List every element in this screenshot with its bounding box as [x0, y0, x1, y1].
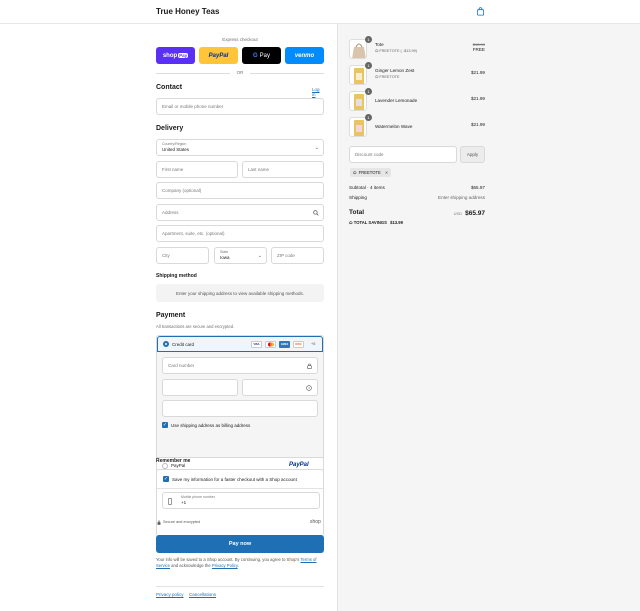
item-price: $21.99	[470, 122, 485, 127]
footer-privacy-policy-link[interactable]: Privacy policy	[156, 592, 184, 597]
secure-text: Secure and encrypted	[163, 520, 201, 524]
paypal-logo: PayPal	[289, 462, 309, 468]
login-link[interactable]: Log in	[312, 87, 324, 97]
expiration-field[interactable]	[162, 379, 238, 396]
lock-icon	[307, 363, 312, 369]
legal-text: Your info will be saved to a Shop accoun…	[156, 557, 317, 568]
payment-subtitle: All transactions are secure and encrypte…	[156, 324, 235, 329]
subtotal-row: Subtotal · 4 items $65.97	[349, 185, 485, 190]
chevron-down-icon: ⌄	[314, 145, 319, 151]
search-icon	[313, 210, 319, 216]
express-checkout-label: Express checkout	[222, 37, 258, 42]
google-pay-button[interactable]: G Pay	[242, 47, 281, 64]
shopping-bag-icon[interactable]	[476, 7, 485, 16]
apply-button[interactable]: Apply	[460, 146, 485, 163]
credit-card-label: Credit card	[172, 342, 195, 347]
total-savings-row: ⬭ TOTAL SAVINGS $13.99	[349, 220, 403, 225]
save-info-label: Save my information for a faster checkou…	[172, 477, 297, 482]
quantity-badge: 1	[365, 114, 372, 121]
help-icon[interactable]: ?	[306, 385, 312, 391]
item-thumbnail	[349, 117, 367, 137]
credit-card-radio[interactable]	[163, 341, 169, 347]
billing-checkbox[interactable]: ✓	[162, 422, 168, 428]
zip-field[interactable]: ZIP code	[271, 247, 324, 264]
shop-pay-button[interactable]: shop Pay	[156, 47, 195, 64]
country-select[interactable]: Country/Region United States ⌄	[156, 139, 324, 156]
item-price: $21.99	[470, 70, 485, 75]
name-on-card-field[interactable]	[162, 400, 318, 417]
chevron-down-icon: ⌄	[257, 253, 262, 259]
discount-code-field[interactable]: Discount code	[349, 146, 457, 163]
footer-cancellations-link[interactable]: Cancellations	[189, 592, 216, 597]
tag-icon: ⬭	[349, 220, 353, 225]
item-thumbnail	[349, 65, 367, 85]
tag-icon: ⬭	[375, 75, 379, 79]
footer-divider	[156, 586, 324, 587]
last-name-field[interactable]: Last name	[242, 161, 324, 178]
card-number-field[interactable]: Card number	[162, 357, 318, 374]
shipping-row: Shipping Enter shipping address	[349, 195, 485, 200]
item-price: $13.99 FREE	[472, 42, 485, 52]
address-field[interactable]: Address	[156, 204, 324, 221]
company-field[interactable]: Company (optional)	[156, 182, 324, 199]
or-divider: OR	[156, 70, 324, 76]
item-discount: ⬭ FREETOTE ( -$13.99)	[375, 49, 418, 53]
tag-icon: ⬭	[353, 170, 357, 175]
cart-item: 1 Tote ⬭ FREETOTE ( -$13.99) $13.99 FREE	[349, 36, 485, 61]
cart-item: 1 Ginger Lemon Zest ⬭ FREETOTE $21.99	[349, 62, 485, 87]
divider	[157, 488, 323, 489]
cart-item: 1 Watermelon Wave $21.99	[349, 114, 485, 139]
shipping-info: Enter your shipping address to view avai…	[156, 284, 324, 302]
item-discount: ⬭ FREETOTE	[375, 75, 400, 79]
credit-card-option[interactable]: Credit card VISA AMEX DISC +5	[157, 336, 323, 352]
remove-discount-icon[interactable]: ✕	[385, 170, 389, 175]
cart-item: 1 Lavender Lemonade $21.99	[349, 88, 485, 113]
discover-icon: DISC	[293, 341, 304, 348]
card-fields-area: Card number ? ✓ Use shipping address as …	[157, 352, 323, 457]
payment-methods: Credit card VISA AMEX DISC +5 Card numbe…	[156, 335, 324, 473]
item-name: Lavender Lemonade	[375, 98, 418, 103]
visa-icon: VISA	[251, 341, 262, 348]
item-name: Watermelon Wave	[375, 124, 413, 129]
item-thumbnail	[349, 39, 367, 59]
total-row: Total USD $65.97	[349, 209, 485, 217]
payment-heading: Payment	[156, 312, 186, 319]
billing-checkbox-label: Use shipping address as billing address	[171, 423, 251, 428]
email-field[interactable]: Email or mobile phone number	[156, 98, 324, 115]
svg-text:?: ?	[308, 386, 310, 390]
item-name: Ginger Lemon Zest	[375, 68, 415, 73]
apartment-field[interactable]: Apartment, suite, etc. (optional)	[156, 225, 324, 242]
delivery-heading: Delivery	[156, 125, 184, 132]
item-price: $21.99	[470, 96, 485, 101]
save-info-checkbox[interactable]: ✓	[163, 476, 169, 482]
state-select[interactable]: State Iowa ⌄	[214, 247, 267, 264]
item-thumbnail	[349, 91, 367, 111]
mastercard-icon	[265, 341, 276, 348]
first-name-field[interactable]: First name	[156, 161, 238, 178]
security-code-field[interactable]: ?	[242, 379, 318, 396]
quantity-badge: 1	[365, 36, 372, 43]
remember-me-heading: Remember me	[156, 458, 191, 464]
lock-icon	[157, 520, 161, 525]
tag-icon: ⬭	[375, 49, 379, 53]
privacy-policy-link[interactable]: Privacy Policy	[212, 563, 238, 568]
remember-me-box: ✓ Save my information for a faster check…	[156, 469, 324, 537]
contact-heading: Contact	[156, 84, 183, 91]
pay-now-button[interactable]: Pay now	[156, 535, 324, 553]
brand-name[interactable]: True Honey Teas	[156, 7, 219, 16]
header: True Honey Teas	[0, 0, 640, 24]
paypal-express-button[interactable]: PayPal	[199, 47, 238, 64]
shipping-method-heading: Shipping method	[156, 273, 197, 279]
amex-icon: AMEX	[279, 341, 290, 348]
mobile-phone-field[interactable]: Mobile phone number +1	[162, 492, 320, 509]
phone-icon	[168, 498, 172, 505]
more-cards-count: +5	[311, 342, 316, 346]
quantity-badge: 1	[365, 62, 372, 69]
city-field[interactable]: City	[156, 247, 209, 264]
quantity-badge: 1	[365, 88, 372, 95]
venmo-button[interactable]: venmo	[285, 47, 324, 64]
shop-logo: shop	[310, 519, 321, 525]
applied-discount-tag: ⬭ FREETOTE ✕	[350, 168, 392, 177]
item-name: Tote	[375, 42, 384, 47]
